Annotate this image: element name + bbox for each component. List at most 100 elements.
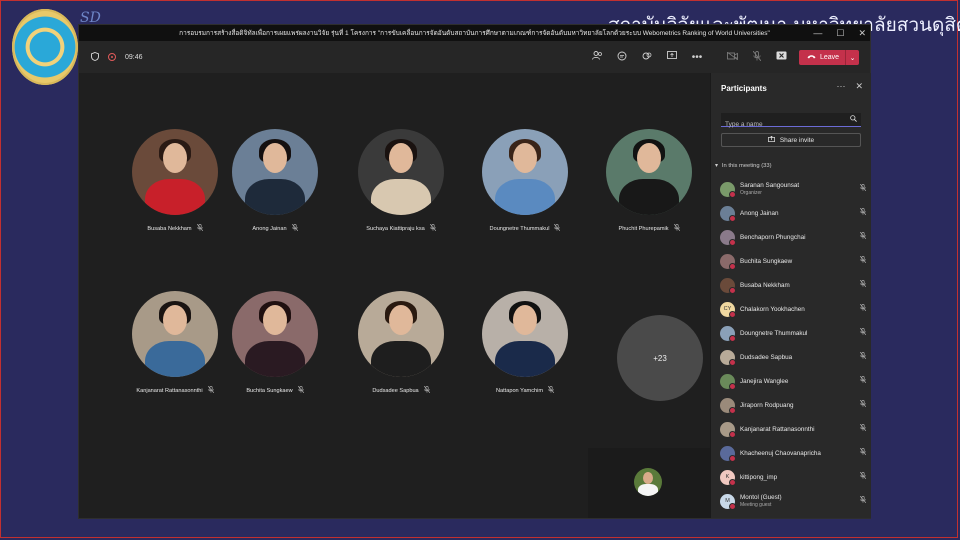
- participant-search[interactable]: [721, 113, 861, 131]
- chat-icon[interactable]: [616, 51, 628, 64]
- video-tile[interactable]: Dudsadee Sapbua: [341, 291, 461, 395]
- participant-name: Kanjanarat Rattanasonnthi: [740, 425, 815, 433]
- participant-name: Saranan Sangounsat: [740, 182, 800, 189]
- participant-row[interactable]: Benchaporn Phungchai: [720, 225, 867, 249]
- participant-name: Montol (Guest): [740, 494, 782, 501]
- mic-off-icon: [547, 385, 555, 395]
- close-window-button[interactable]: ✕: [858, 28, 866, 39]
- in-meeting-section[interactable]: ▾ In this meeting (33): [715, 163, 772, 169]
- mic-off-icon[interactable]: [859, 375, 867, 385]
- avatar: [720, 205, 736, 222]
- video-tile[interactable]: Doungnetre Thummakul: [465, 129, 585, 233]
- tile-name: Suchaya Kiattipraju ksa: [366, 225, 425, 232]
- meeting-toolbar: 09:46 ••• Leave ⌄: [79, 41, 870, 73]
- leave-button[interactable]: Leave ⌄: [799, 50, 859, 65]
- participant-video: [232, 129, 318, 215]
- share-screen-icon[interactable]: [666, 51, 678, 63]
- share-invite-label: Share invite: [779, 136, 815, 144]
- mic-off-icon: [673, 223, 680, 233]
- participant-row[interactable]: Anong Jainan: [720, 201, 867, 225]
- mic-off-icon[interactable]: [859, 327, 867, 337]
- participant-name: Jiraporn Rodpuang: [740, 401, 794, 409]
- shield-icon[interactable]: [91, 51, 99, 63]
- participant-row[interactable]: Doungnetre Thummakul: [720, 321, 867, 345]
- participant-row[interactable]: CY Chalakorn Yookhachen: [720, 297, 867, 321]
- mic-off-icon: [207, 385, 214, 395]
- video-tile[interactable]: Nattapon Yamchim: [465, 291, 585, 395]
- mic-off-icon[interactable]: [859, 207, 867, 217]
- share-invite-button[interactable]: Share invite: [721, 133, 861, 147]
- status-icon: [729, 454, 736, 462]
- university-logo: [12, 9, 78, 85]
- more-participants-count[interactable]: +23: [617, 315, 703, 401]
- meeting-timer: 09:46: [125, 53, 143, 61]
- participant-row[interactable]: Dudsadee Sapbua: [720, 345, 867, 369]
- tile-name: Phuchit Phurepamik: [618, 225, 669, 232]
- participant-row[interactable]: Kanjanarat Rattanasonnthi: [720, 417, 867, 441]
- video-tile[interactable]: Suchaya Kiattipraju ksa: [341, 129, 461, 233]
- mic-off-icon[interactable]: [859, 255, 867, 265]
- avatar: [720, 181, 736, 198]
- participant-row[interactable]: Khacheenuj Chaovanapricha: [720, 441, 867, 465]
- status-icon: [729, 262, 736, 270]
- mic-off-icon: [423, 385, 430, 395]
- recording-icon: [108, 53, 116, 61]
- participant-video: [232, 291, 318, 377]
- mic-off-icon[interactable]: [859, 495, 867, 505]
- mic-off-icon[interactable]: [859, 303, 867, 313]
- chevron-down-icon[interactable]: ⌄: [846, 54, 859, 62]
- participant-video: [482, 129, 568, 215]
- reactions-icon[interactable]: [641, 51, 653, 64]
- leave-label: Leave: [820, 54, 840, 61]
- participant-video: [358, 129, 444, 215]
- tile-name: Doungnetre Thummakul: [489, 225, 550, 232]
- mic-off-icon[interactable]: [859, 447, 867, 457]
- video-tile[interactable]: Buchita Sungkaew: [215, 291, 335, 395]
- participant-name: Khacheenuj Chaovanapricha: [740, 449, 821, 457]
- avatar-head: [389, 305, 413, 335]
- status-icon: [729, 382, 736, 390]
- mic-off-icon[interactable]: [859, 471, 867, 481]
- participant-row[interactable]: Kkittipong_imp: [720, 465, 867, 489]
- teams-meeting-window: การอบรมการสร้างสื่อดิจิทัลเพื่อการเผยแพร…: [78, 24, 871, 519]
- participant-row[interactable]: Jiraporn Rodpuang: [720, 393, 867, 417]
- panel-title: Participants: [721, 84, 767, 93]
- mic-off-icon: [554, 223, 561, 233]
- more-options-icon[interactable]: •••: [691, 52, 703, 63]
- participant-name: Anong Jainan: [740, 209, 779, 217]
- participant-row[interactable]: Janejira Wanglee: [720, 369, 867, 393]
- phone-icon: [807, 54, 816, 61]
- mic-off-icon[interactable]: [859, 231, 867, 241]
- avatar: [720, 229, 736, 246]
- mic-off-icon[interactable]: [859, 423, 867, 433]
- close-icon[interactable]: ✕: [855, 81, 863, 92]
- share-icon: [767, 135, 775, 144]
- participant-row[interactable]: Buchita Sungkaew: [720, 249, 867, 273]
- avatar: [720, 445, 736, 462]
- search-input[interactable]: [721, 118, 839, 131]
- video-tile[interactable]: Anong Jainan: [215, 129, 335, 233]
- more-participants-tile[interactable]: +23: [600, 315, 720, 401]
- video-stage: +23 Busaba Nekkham Anong Jainan Suchaya Ki…: [79, 73, 710, 518]
- people-icon[interactable]: [591, 51, 603, 63]
- mic-off-icon[interactable]: [859, 279, 867, 289]
- avatar: K: [720, 469, 736, 486]
- mic-off-icon: [291, 223, 298, 233]
- minimize-button[interactable]: —: [813, 28, 822, 38]
- status-icon: [729, 430, 736, 438]
- avatar-head: [263, 305, 287, 335]
- panel-more-icon[interactable]: ···: [836, 81, 845, 92]
- mic-off-icon[interactable]: [859, 399, 867, 409]
- camera-off-icon[interactable]: [726, 51, 739, 63]
- search-icon[interactable]: [850, 115, 857, 124]
- participant-row[interactable]: Busaba Nekkham: [720, 273, 867, 297]
- participant-row[interactable]: Saranan Sangounsat Organizer: [720, 177, 867, 201]
- mic-off-icon[interactable]: [859, 183, 867, 193]
- mic-off-icon[interactable]: [859, 351, 867, 361]
- stop-share-icon[interactable]: [776, 51, 787, 63]
- participant-row[interactable]: M Montol (Guest) Meeting guest: [720, 489, 867, 513]
- tile-name: Nattapon Yamchim: [495, 387, 544, 394]
- video-tile[interactable]: Phuchit Phurepamik: [589, 129, 709, 233]
- maximize-button[interactable]: ☐: [836, 28, 844, 39]
- mic-off-icon[interactable]: [752, 50, 762, 64]
